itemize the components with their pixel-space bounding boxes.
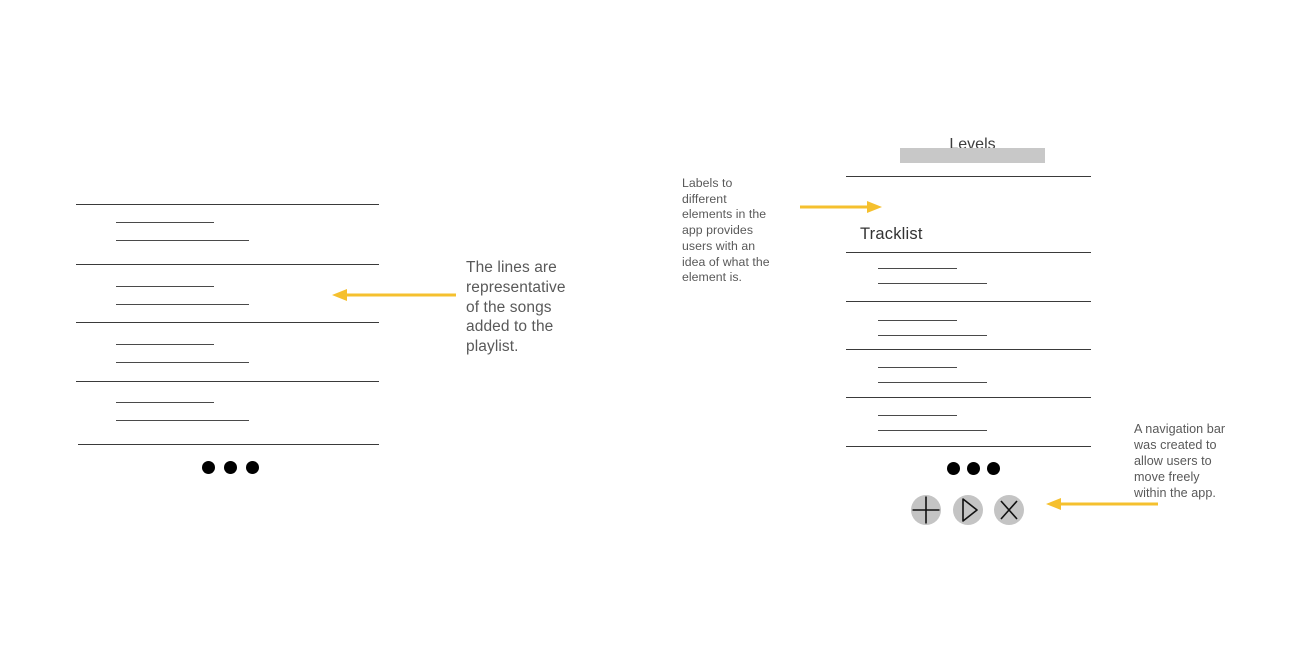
song-subtitle-line — [116, 240, 249, 241]
song-subtitle-line — [878, 382, 987, 383]
song-subtitle-line — [116, 304, 249, 305]
annotation-arrow-songs — [332, 288, 456, 302]
annotation-labels-text: Labels to different elements in the app … — [682, 176, 770, 285]
close-icon — [1000, 500, 1018, 520]
row-divider — [78, 444, 379, 445]
row-divider — [76, 322, 379, 323]
annotation-arrow-labels — [800, 200, 882, 214]
pagination-dot[interactable] — [224, 461, 237, 474]
annotation-navbar-text: A navigation bar was created to allow us… — [1134, 422, 1226, 501]
song-title-line — [116, 402, 214, 403]
play-icon — [962, 498, 978, 522]
row-divider — [846, 446, 1091, 447]
song-subtitle-line — [878, 283, 987, 284]
song-title-line — [878, 268, 957, 269]
pagination-dot[interactable] — [202, 461, 215, 474]
header-divider — [846, 176, 1091, 177]
nav-button-add[interactable] — [911, 495, 941, 525]
row-divider — [846, 349, 1091, 350]
annotation-songs-text: The lines are representative of the song… — [466, 259, 566, 356]
row-divider — [846, 301, 1091, 302]
nav-button-play[interactable] — [953, 495, 983, 525]
song-title-line — [878, 415, 957, 416]
song-subtitle-line — [116, 420, 249, 421]
row-divider — [76, 264, 379, 265]
song-title-line — [878, 320, 957, 321]
song-subtitle-line — [878, 430, 987, 431]
pagination-dot[interactable] — [947, 462, 960, 475]
song-title-line — [116, 286, 214, 287]
pagination-dot[interactable] — [987, 462, 1000, 475]
pagination-dot[interactable] — [967, 462, 980, 475]
row-divider — [76, 381, 379, 382]
row-divider — [846, 397, 1091, 398]
song-title-line — [878, 367, 957, 368]
wireframe-annotation-canvas: The lines are representative of the song… — [0, 0, 1306, 670]
song-subtitle-line — [116, 362, 249, 363]
section-label-tracklist: Tracklist — [860, 225, 923, 243]
plus-icon — [912, 496, 940, 524]
nav-button-close[interactable] — [994, 495, 1024, 525]
row-divider — [846, 252, 1091, 253]
header-placeholder-bar — [900, 148, 1045, 163]
song-title-line — [116, 222, 214, 223]
pagination-dot[interactable] — [246, 461, 259, 474]
song-subtitle-line — [878, 335, 987, 336]
row-divider — [76, 204, 379, 205]
song-title-line — [116, 344, 214, 345]
